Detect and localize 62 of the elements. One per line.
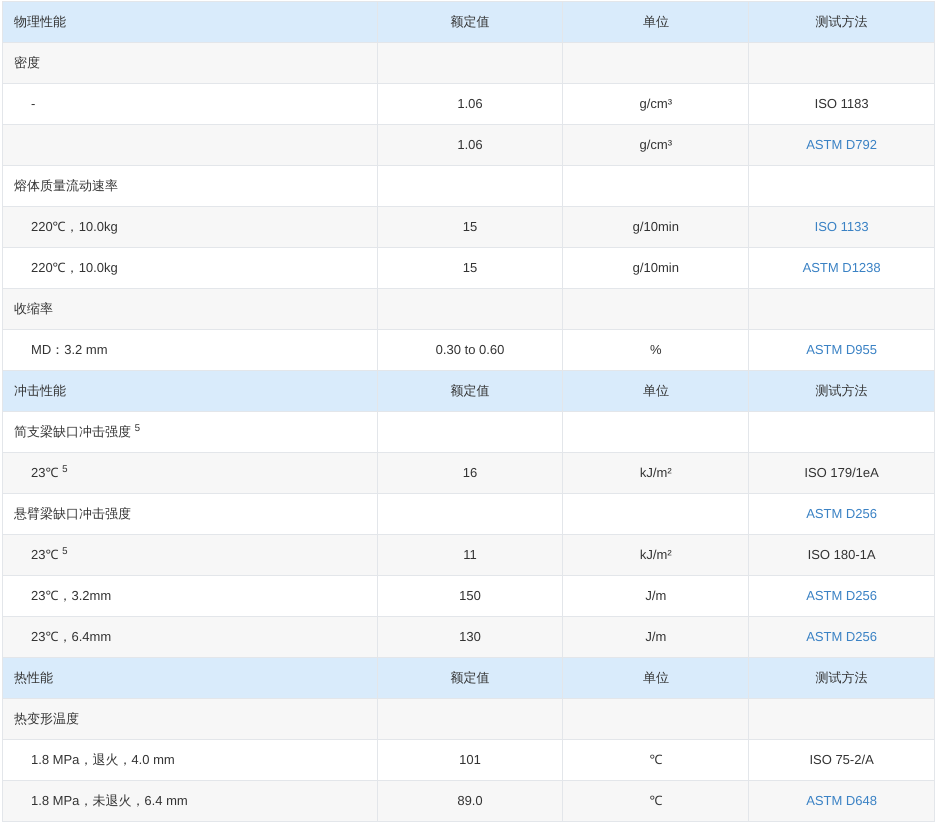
column-header: 额定值 (378, 371, 564, 411)
table-cell: g/10min (563, 248, 750, 288)
test-method-link[interactable]: ASTM D955 (806, 340, 877, 360)
table-cell: 悬臂梁缺口冲击强度 (3, 494, 378, 534)
table-cell: g/cm³ (563, 125, 750, 165)
table-cell: 89.0 (378, 781, 564, 821)
column-header: 单位 (563, 2, 750, 42)
table-cell: 101 (378, 740, 564, 780)
table-cell: 23℃ $^{5}$ (3, 535, 378, 575)
table-cell: 0.30 to 0.60 (378, 330, 564, 370)
table-cell: 16 (378, 453, 564, 493)
table-cell: ℃ (563, 781, 750, 821)
column-header: 单位 (563, 658, 750, 698)
table-cell: 1.06 (378, 125, 564, 165)
test-method: ISO 180-1A (808, 546, 876, 564)
test-method: ISO 1183 (814, 95, 869, 114)
column-header: 额定值 (378, 2, 564, 42)
test-method-link[interactable]: ASTM D256 (806, 586, 877, 606)
table-cell: 23℃，6.4mm (3, 617, 378, 657)
test-method-link[interactable]: ASTM D256 (806, 627, 877, 647)
column-header: 测试方法 (749, 658, 936, 698)
table-cell: 收缩率 (3, 289, 378, 329)
table-cell: kJ/m² (563, 453, 750, 493)
test-method-link[interactable]: ASTM D792 (806, 135, 877, 155)
test-method: ISO 179/1eA (804, 464, 879, 482)
table-cell: 密度 (3, 43, 378, 83)
table-cell: 1.8 MPa，未退火，6.4 mm (3, 781, 378, 821)
table-cell: 130 (378, 617, 564, 657)
column-header: 热性能 (3, 658, 378, 698)
table-cell: 150 (378, 576, 564, 616)
table-cell: 热变形温度 (3, 699, 378, 739)
column-header: 单位 (563, 371, 750, 411)
table-cell: 1.8 MPa，退火，4.0 mm (3, 740, 378, 780)
test-method-link[interactable]: ASTM D256 (806, 504, 877, 524)
column-header: 物理性能 (3, 2, 378, 42)
table-cell: MD：3.2 mm (3, 330, 378, 370)
table-cell: 简支梁缺口冲击强度 $^{5}$ (3, 412, 378, 452)
table-cell: - (3, 84, 378, 124)
table-cell: 15 (378, 207, 564, 247)
table-cell: 23℃，3.2mm (3, 576, 378, 616)
table-cell: 1.06 (378, 84, 564, 124)
test-method-link[interactable]: ISO 1133 (814, 217, 869, 237)
table-cell: 15 (378, 248, 564, 288)
table-cell: 11 (378, 535, 564, 575)
table-cell: % (563, 330, 750, 370)
table-cell: g/cm³ (563, 84, 750, 124)
table-cell: J/m (563, 617, 750, 657)
table-cell: 熔体质量流动速率 (3, 166, 378, 206)
test-method-link[interactable]: ASTM D1238 (802, 258, 881, 278)
test-method-link[interactable]: ASTM D648 (806, 791, 877, 811)
table-cell: 220℃，10.0kg (3, 207, 378, 247)
table-cell: kJ/m² (563, 535, 750, 575)
column-header: 测试方法 (749, 2, 936, 42)
table-cell: J/m (563, 576, 750, 616)
table-cell: g/10min (563, 207, 750, 247)
test-method: ISO 75-2/A (809, 751, 874, 770)
column-header: 额定值 (378, 658, 564, 698)
table-cell: 220℃，10.0kg (3, 248, 378, 288)
table-cell: 23℃ $^{5}$ (3, 453, 378, 493)
column-header: 冲击性能 (3, 371, 378, 411)
column-header: 测试方法 (749, 371, 936, 411)
table-cell: ℃ (563, 740, 750, 780)
